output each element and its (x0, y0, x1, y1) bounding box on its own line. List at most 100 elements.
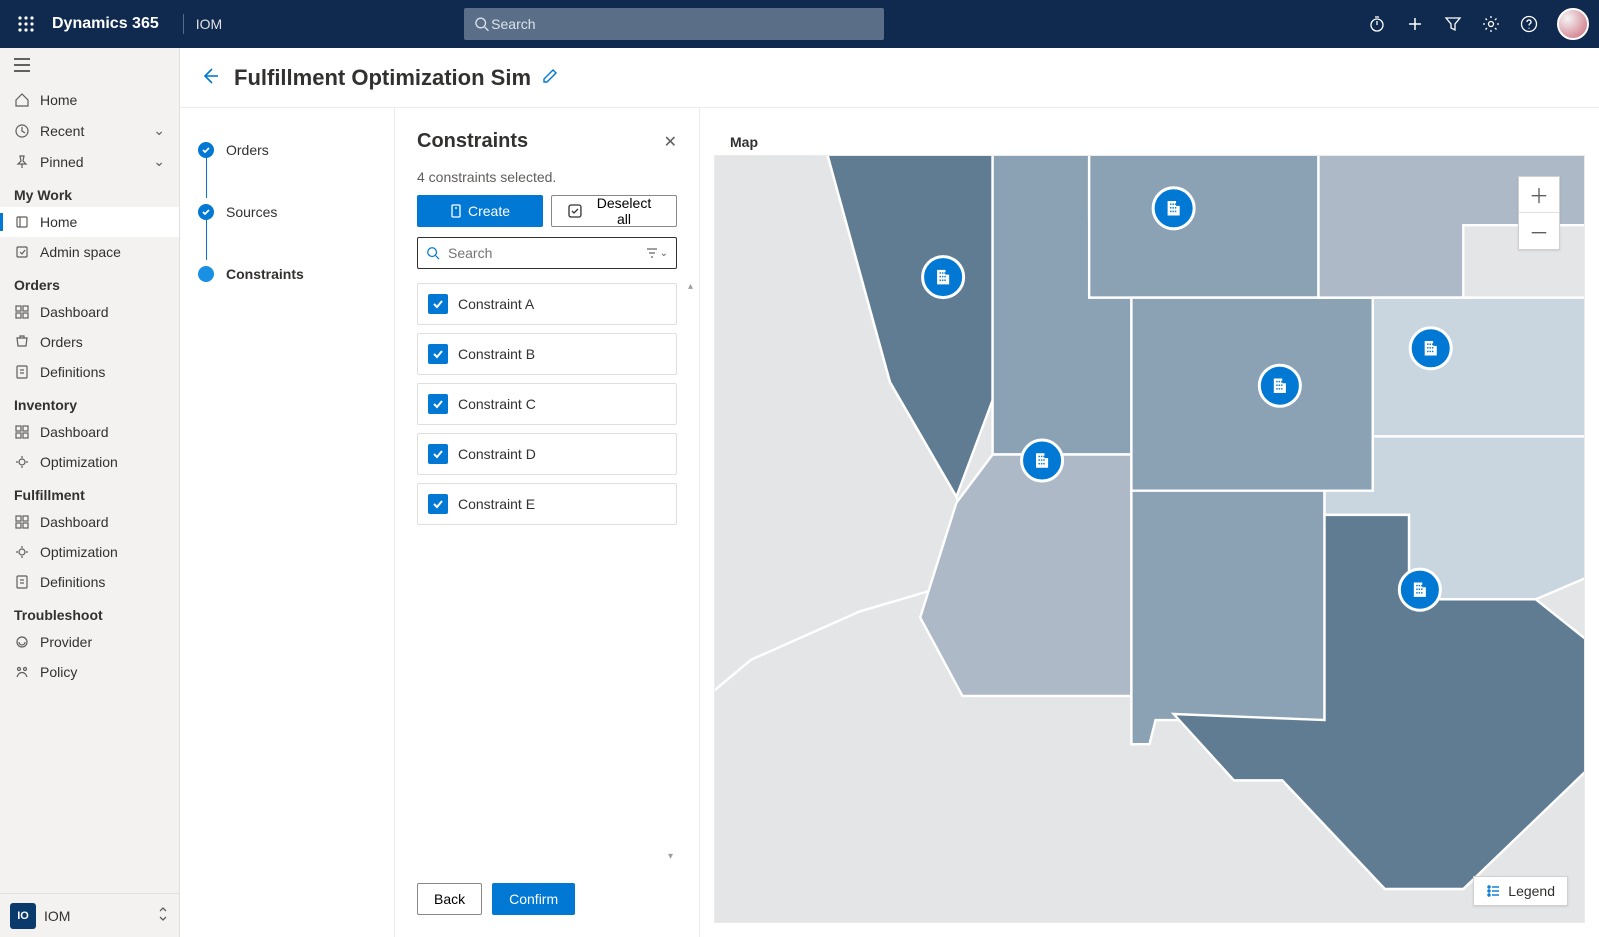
constraint-item[interactable]: Constraint C (417, 383, 677, 425)
constraint-label: Constraint E (458, 496, 535, 512)
nav-label: Policy (40, 664, 77, 680)
scroll-up-icon: ▴ (688, 281, 693, 292)
nav-label: Recent (40, 123, 84, 139)
constraint-search-input[interactable] (446, 244, 640, 262)
tab-map[interactable]: Map (728, 128, 760, 156)
step-sources[interactable]: Sources (198, 198, 376, 226)
nav-section-title: My Work (0, 177, 179, 207)
hamburger-icon[interactable] (0, 48, 179, 85)
avatar[interactable] (1557, 8, 1589, 40)
constraint-item[interactable]: Constraint A (417, 283, 677, 325)
sidebar-item-home[interactable]: Home (0, 207, 179, 237)
pin-tx[interactable] (1399, 569, 1440, 610)
app-name: IOM (196, 16, 222, 32)
nav-recent[interactable]: Recent ⌄ (0, 115, 179, 146)
state-nm[interactable] (1131, 491, 1324, 744)
steps-panel: Orders Sources Constraints (180, 108, 395, 937)
nav-label: Pinned (40, 154, 84, 170)
zoom-out-button[interactable]: － (1519, 213, 1559, 249)
app-switch-label: IOM (44, 908, 70, 924)
topbar: Dynamics 365 IOM (0, 0, 1599, 48)
nav-section-title: Inventory (0, 387, 179, 417)
nav-label: Admin space (40, 244, 121, 260)
nav-home[interactable]: Home (0, 85, 179, 115)
nav-section-title: Fulfillment (0, 477, 179, 507)
app-launcher-icon[interactable] (10, 8, 42, 40)
checkbox-icon[interactable] (428, 394, 448, 414)
constraint-item[interactable]: Constraint B (417, 333, 677, 375)
nav-pinned[interactable]: Pinned ⌄ (0, 146, 179, 177)
step-label: Constraints (226, 266, 304, 282)
constraint-search[interactable]: ⌄ (417, 237, 677, 269)
gear-icon[interactable] (1481, 14, 1501, 34)
nav-label: Dashboard (40, 424, 109, 440)
zoom-in-button[interactable]: ＋ (1519, 177, 1559, 213)
edit-icon[interactable] (541, 65, 559, 91)
constraint-label: Constraint A (458, 296, 534, 312)
sidebar-item-definitions[interactable]: Definitions (0, 567, 179, 597)
global-search[interactable] (464, 8, 884, 40)
pin-az[interactable] (1022, 440, 1063, 481)
sidebar-item-dashboard[interactable]: Dashboard (0, 297, 179, 327)
step-dot (198, 266, 214, 282)
state-co[interactable] (1131, 298, 1372, 491)
map-canvas[interactable]: ＋ － Legend (714, 155, 1585, 923)
sidebar-item-provider[interactable]: Provider (0, 627, 179, 657)
pin-wy[interactable] (1153, 188, 1194, 229)
step-dot (198, 142, 214, 158)
panel-title: Constraints (417, 130, 664, 153)
step-dot (198, 204, 214, 220)
app-switcher[interactable]: IO IOM (0, 893, 179, 937)
pin-co[interactable] (1259, 365, 1300, 406)
map-panel: Map ＋ － Legend (700, 108, 1599, 937)
state-wy[interactable] (1089, 156, 1318, 298)
app-tile: IO (10, 903, 36, 929)
chevron-down-icon: ⌄ (153, 153, 165, 170)
sidebar-item-optimization[interactable]: Optimization (0, 537, 179, 567)
close-icon[interactable]: ✕ (664, 132, 677, 152)
nav-label: Home (40, 214, 77, 230)
chevron-down-icon: ⌄ (153, 122, 165, 139)
checkbox-icon[interactable] (428, 494, 448, 514)
checkbox-icon[interactable] (428, 344, 448, 364)
step-orders[interactable]: Orders (198, 136, 376, 164)
pin-ks[interactable] (1410, 328, 1451, 369)
nav-label: Dashboard (40, 514, 109, 530)
step-label: Orders (226, 142, 269, 158)
confirm-button[interactable]: Confirm (492, 883, 575, 915)
sidebar-item-policy[interactable]: Policy (0, 657, 179, 687)
filter-icon[interactable] (1443, 14, 1463, 34)
sidebar-item-dashboard[interactable]: Dashboard (0, 417, 179, 447)
search-input[interactable] (489, 15, 874, 33)
sidebar-item-definitions[interactable]: Definitions (0, 357, 179, 387)
back-button[interactable]: Back (417, 883, 482, 915)
constraint-item[interactable]: Constraint D (417, 433, 677, 475)
brand[interactable]: Dynamics 365 (52, 15, 159, 33)
sidebar-item-orders[interactable]: Orders (0, 327, 179, 357)
sidebar-item-optimization[interactable]: Optimization (0, 447, 179, 477)
checkbox-icon[interactable] (428, 444, 448, 464)
constraints-panel: Constraints ✕ 4 constraints selected. Cr… (395, 108, 700, 937)
page-header: Fulfillment Optimization Sim (180, 48, 1599, 108)
plus-icon[interactable] (1405, 14, 1425, 34)
back-icon[interactable] (200, 66, 220, 89)
nav-label: Optimization (40, 544, 118, 560)
create-button[interactable]: Create (417, 195, 543, 227)
constraint-label: Constraint D (458, 446, 536, 462)
step-constraints[interactable]: Constraints (198, 260, 376, 288)
checkbox-icon[interactable] (428, 294, 448, 314)
state-ks[interactable] (1373, 298, 1584, 437)
legend-button[interactable]: Legend (1473, 876, 1568, 906)
pin-nv[interactable] (923, 257, 964, 298)
help-icon[interactable] (1519, 14, 1539, 34)
zoom-controls: ＋ － (1518, 176, 1560, 250)
sidebar-item-admin-space[interactable]: Admin space (0, 237, 179, 267)
deselect-all-button[interactable]: Deselect all (551, 195, 677, 227)
constraint-item[interactable]: Constraint E (417, 483, 677, 525)
constraint-list[interactable]: ▴ Constraint A Constraint B Constraint C Co… (395, 279, 699, 867)
nav-label: Definitions (40, 574, 105, 590)
sidebar-item-dashboard[interactable]: Dashboard (0, 507, 179, 537)
filter-dropdown-icon[interactable]: ⌄ (646, 247, 668, 259)
timer-icon[interactable] (1367, 14, 1387, 34)
nav-section-title: Troubleshoot (0, 597, 179, 627)
